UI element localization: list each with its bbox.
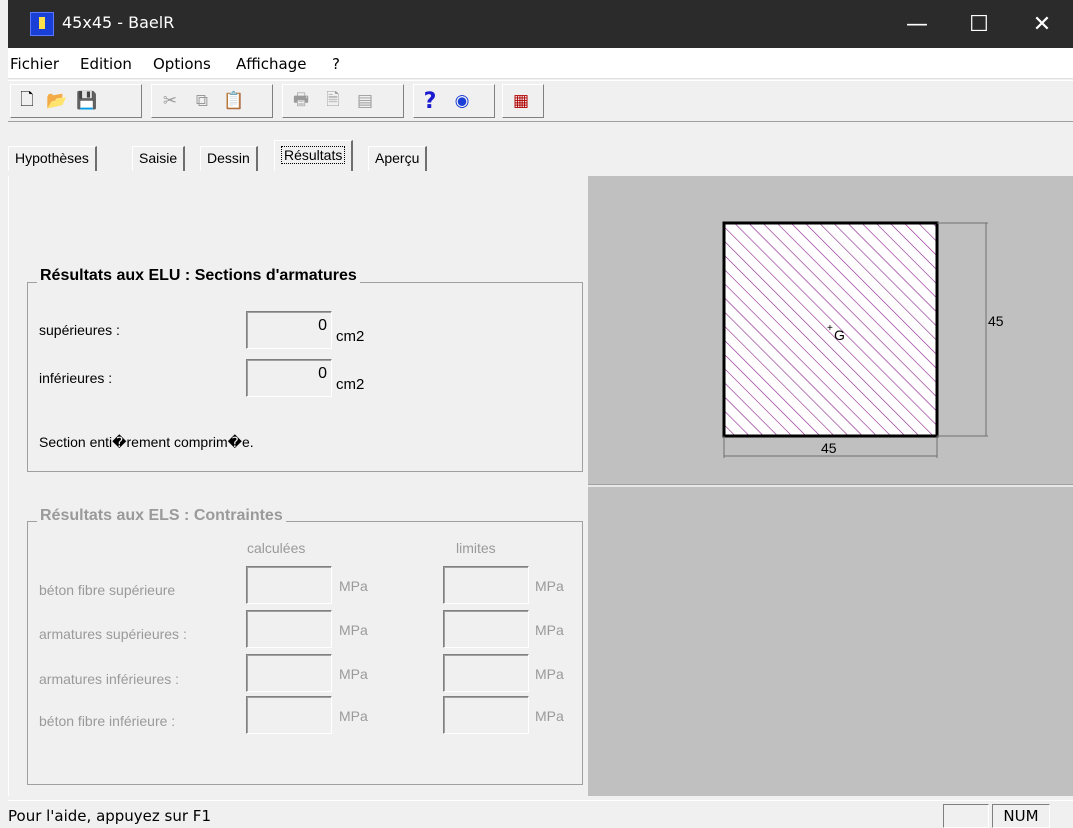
context-help-icon[interactable]: ◉: [450, 89, 474, 113]
els-limit-field: [443, 654, 529, 692]
tab-resultats-label: Résultats: [281, 146, 346, 164]
elu-sup-value: 0: [246, 311, 332, 349]
elu-inf-unit: cm2: [336, 376, 365, 393]
results-panel: Résultats aux ELU : Sections d'armatures…: [8, 176, 589, 796]
tab-hypotheses[interactable]: Hypothèses: [8, 146, 97, 171]
open-folder-icon[interactable]: 📂: [45, 89, 69, 113]
title-bar: 45x45 - BaelR — ☐ ✕: [8, 0, 1073, 48]
els-calc-field: [246, 566, 332, 604]
menu-edition[interactable]: Edition: [80, 55, 132, 73]
dim-width-label: 45: [821, 440, 837, 456]
els-unit: MPa: [339, 622, 368, 638]
tab-saisie[interactable]: Saisie: [132, 146, 186, 171]
paste-icon[interactable]: 📋: [222, 89, 246, 113]
minimize-button[interactable]: —: [886, 0, 948, 48]
els-unit: MPa: [535, 622, 564, 638]
els-unit: MPa: [339, 666, 368, 682]
menu-bar: Fichier Edition Options Affichage ?: [8, 48, 1073, 79]
tab-strip: Hypothèses Saisie Dessin Résultats Aperç…: [8, 138, 1073, 176]
els-row-label: armatures inférieures :: [39, 671, 180, 687]
els-row-label: béton fibre inférieure :: [39, 713, 176, 729]
status-bar: Pour l'aide, appuyez sur F1 NUM: [8, 800, 1073, 828]
els-unit: MPa: [535, 708, 564, 724]
help-icon[interactable]: ?: [418, 89, 442, 114]
els-group-title: Résultats aux ELS : Contraintes: [37, 507, 286, 525]
save-icon[interactable]: 💾: [75, 89, 99, 113]
els-limit-field: [443, 696, 529, 734]
status-pane-empty: [943, 804, 989, 828]
toolbar-calc-group: ▦: [502, 84, 544, 118]
els-col-limites: limites: [456, 540, 496, 556]
elu-message: Section enti�rement comprim�e.: [39, 434, 254, 450]
calculate-icon[interactable]: ▦: [509, 89, 533, 113]
elu-group-title: Résultats aux ELU : Sections d'armatures: [37, 267, 360, 285]
status-num-indicator: NUM: [992, 804, 1050, 828]
toolbar-help-group: ? ◉: [413, 84, 495, 118]
cut-icon[interactable]: ✂: [158, 89, 182, 113]
status-message: Pour l'aide, appuyez sur F1: [8, 807, 211, 825]
els-limit-field: [443, 610, 529, 648]
menu-affichage[interactable]: Affichage: [236, 55, 306, 73]
menu-fichier[interactable]: Fichier: [10, 55, 59, 73]
copy-icon[interactable]: ⧉: [190, 89, 214, 113]
els-row-label: armatures supérieures :: [39, 626, 187, 642]
elu-inf-label: inférieures :: [39, 370, 113, 386]
toolbar-file-group: 🗋 📂 💾: [10, 84, 142, 118]
menu-help[interactable]: ?: [332, 55, 340, 73]
elu-sup-unit: cm2: [336, 328, 365, 345]
els-limit-field: [443, 566, 529, 604]
window-title: 45x45 - BaelR: [62, 13, 175, 32]
els-row-label: béton fibre supérieure: [39, 582, 176, 598]
tab-apercu[interactable]: Aperçu: [368, 146, 428, 171]
print-icon[interactable]: 🖶: [289, 89, 313, 113]
els-col-calculees: calculées: [247, 540, 306, 556]
els-calc-field: [246, 696, 332, 734]
els-unit: MPa: [339, 708, 368, 724]
page-setup-icon[interactable]: ▤: [353, 89, 377, 113]
drawing-separator: [588, 484, 1073, 487]
els-unit: MPa: [535, 666, 564, 682]
toolbar-print-group: 🖶 🗎 ▤: [282, 84, 404, 118]
new-file-icon[interactable]: 🗋: [15, 89, 39, 113]
tab-resultats[interactable]: Résultats: [274, 140, 354, 171]
maximize-button[interactable]: ☐: [948, 0, 1010, 48]
section-drawing: 45 45 + G: [722, 221, 1004, 458]
els-calc-field: [246, 610, 332, 648]
els-group: [27, 521, 583, 785]
centroid-marker: +: [827, 323, 833, 334]
app-icon[interactable]: [30, 12, 54, 36]
elu-inf-value: 0: [246, 359, 332, 397]
elu-sup-label: supérieures :: [39, 322, 120, 338]
centroid-label: G: [834, 327, 845, 343]
tab-dessin[interactable]: Dessin: [200, 146, 258, 171]
els-unit: MPa: [535, 578, 564, 594]
toolbar-edit-group: ✂ ⧉ 📋: [151, 84, 273, 118]
dim-height-label: 45: [988, 313, 1004, 329]
print-preview-icon[interactable]: 🗎: [321, 89, 345, 113]
toolbar: 🗋 📂 💾 ✂ ⧉ 📋 🖶 🗎 ▤ ? ◉ ▦: [8, 80, 1073, 122]
close-button[interactable]: ✕: [1011, 0, 1073, 48]
menu-options[interactable]: Options: [153, 55, 211, 73]
els-unit: MPa: [339, 578, 368, 594]
els-calc-field: [246, 654, 332, 692]
section-drawing-panel: 45 45 + G: [588, 176, 1073, 796]
